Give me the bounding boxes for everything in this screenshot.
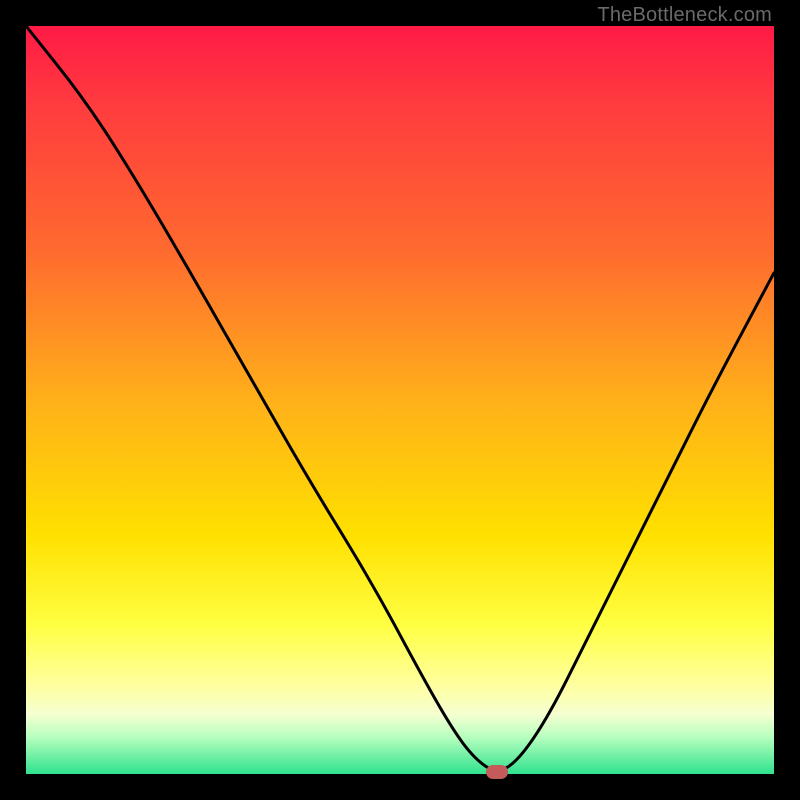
watermark-text: TheBottleneck.com [597,4,772,27]
bottleneck-curve [26,26,774,774]
chart-plot-area [26,26,774,774]
chart-frame: TheBottleneck.com [0,0,800,800]
minimum-marker [486,765,508,779]
